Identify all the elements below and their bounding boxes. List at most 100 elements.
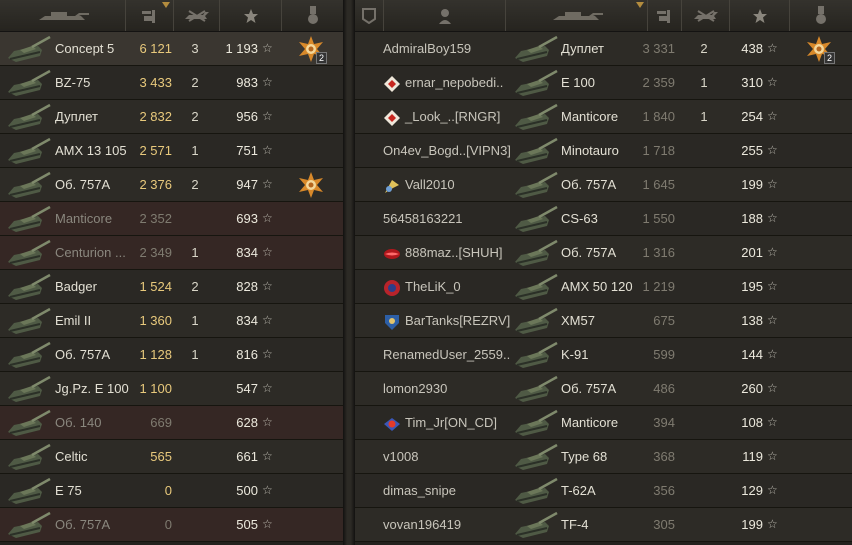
medals-column-header[interactable] xyxy=(281,0,343,31)
team1-player-row[interactable]: Centurion ... 2 349 1 834 ☆ xyxy=(0,236,343,270)
score-column-header[interactable] xyxy=(219,0,281,31)
team1-player-row[interactable]: Об. 757А 1 128 1 816 ☆ xyxy=(0,338,343,372)
shield-emblem-icon xyxy=(385,314,399,330)
team2-player-row[interactable]: AdmiralBoy159 Дуплет 3 331 2 438 ☆ 2 xyxy=(355,32,852,66)
player-name-cell: Tim_Jr[ON_CD] xyxy=(383,406,531,439)
player-name-cell: Vall2010 xyxy=(383,168,531,201)
achievement-medal-icon[interactable]: 2 xyxy=(297,35,327,64)
team1-player-row[interactable]: Об. 140 669 628 ☆ xyxy=(0,406,343,440)
team1-player-row[interactable]: Badger 1 524 2 828 ☆ xyxy=(0,270,343,304)
team2-player-row[interactable]: RenamedUser_2559.. K-91 599 144 ☆ xyxy=(355,338,852,372)
tank-icon xyxy=(8,511,51,538)
team1-player-row[interactable]: Об. 757А 0 505 ☆ xyxy=(0,508,343,542)
team1-header xyxy=(0,0,343,32)
team2-player-row[interactable]: dimas_snipe T-62A 356 129 ☆ xyxy=(355,474,852,508)
team1-player-row[interactable]: Concept 5 6 121 3 1 193 ☆ 2 xyxy=(0,32,343,66)
team2-player-row[interactable]: lomon2930 Об. 757А 486 260 ☆ xyxy=(355,372,852,406)
tank-icon xyxy=(515,273,558,300)
frags-value: 1 xyxy=(700,75,708,90)
experience-icon xyxy=(656,9,670,23)
experience-column-header[interactable] xyxy=(647,0,681,31)
frags-value: 1 xyxy=(191,313,199,328)
tank-name: Badger xyxy=(55,279,97,294)
team2-player-row[interactable]: _Look_..[RNGR] Manticore 1 840 1 254 ☆ xyxy=(355,100,852,134)
team1-player-row[interactable]: Jg.Pz. E 100 1 100 547 ☆ xyxy=(0,372,343,406)
player-column-header[interactable] xyxy=(383,0,505,31)
player-name-cell: On4ev_Bogd..[VIPN3] xyxy=(383,134,531,167)
tank-name: Centurion ... xyxy=(55,245,126,260)
badge-icon xyxy=(384,417,400,431)
frags-column-header[interactable] xyxy=(173,0,219,31)
achievement-medal-icon[interactable] xyxy=(297,171,325,199)
team2-player-row[interactable]: BarTanks[REZRV] XM57 675 138 ☆ xyxy=(355,304,852,338)
team2-player-row[interactable]: 888maz..[SHUH] Об. 757А 1 316 201 ☆ xyxy=(355,236,852,270)
score-value: 138 xyxy=(741,313,763,328)
score-value: 108 xyxy=(741,415,763,430)
star-icon: ☆ xyxy=(767,143,778,157)
platoon-column-header[interactable] xyxy=(355,0,383,31)
diamond-icon xyxy=(384,75,400,92)
score-value: 956 xyxy=(236,109,258,124)
frags-value xyxy=(692,304,716,337)
tank-name: AMX 13 105 xyxy=(55,143,127,158)
tank-icon xyxy=(515,103,558,130)
frags-value: 1 xyxy=(700,109,708,124)
medals-column-header[interactable] xyxy=(789,0,852,31)
frags-value: 2 xyxy=(700,41,708,56)
experience-column-header[interactable] xyxy=(125,0,173,31)
experience-value: 2 359 xyxy=(642,75,675,90)
experience-value: 2 352 xyxy=(139,211,172,226)
circle-emblem-icon xyxy=(384,279,400,296)
team1-player-row[interactable]: Emil II 1 360 1 834 ☆ xyxy=(0,304,343,338)
experience-value: 1 128 xyxy=(139,347,172,362)
team1-player-row[interactable]: Об. 757А 2 376 2 947 ☆ xyxy=(0,168,343,202)
tank-icon xyxy=(8,239,51,266)
tank-icon xyxy=(8,477,51,504)
frags-value xyxy=(692,270,716,303)
team1-player-row[interactable]: Celtic 565 661 ☆ xyxy=(0,440,343,474)
team2-panel: AdmiralBoy159 Дуплет 3 331 2 438 ☆ 2 ernar_nepo… xyxy=(355,0,852,545)
team2-player-row[interactable]: v1008 Type 68 368 119 ☆ xyxy=(355,440,852,474)
sort-arrow-icon xyxy=(162,2,170,8)
team2-player-row[interactable]: ernar_nepobedi.. E 100 2 359 1 310 ☆ xyxy=(355,66,852,100)
tank-icon xyxy=(8,375,51,402)
experience-value: 1 524 xyxy=(139,279,172,294)
player-name-cell: vovan196419 xyxy=(383,508,531,541)
tank-icon xyxy=(515,375,558,402)
frags-column-header[interactable] xyxy=(681,0,729,31)
achievement-medal-icon[interactable]: 2 xyxy=(805,35,835,64)
team1-player-row[interactable]: Manticore 2 352 693 ☆ xyxy=(0,202,343,236)
team2-player-row[interactable]: 56458163221 CS-63 1 550 188 ☆ xyxy=(355,202,852,236)
team2-player-row[interactable]: TheLiK_0 AMX 50 120 1 219 195 ☆ xyxy=(355,270,852,304)
star-icon: ☆ xyxy=(262,211,273,225)
team-divider xyxy=(343,0,355,545)
score-value: 547 xyxy=(236,381,258,396)
team1-player-row[interactable]: Дуплет 2 832 2 956 ☆ xyxy=(0,100,343,134)
team1-rows: Concept 56 121 3 1 193 ☆ 2 BZ-75 3 433 2 983 ☆ Дуп… xyxy=(0,32,343,542)
frags-value xyxy=(692,372,716,405)
team2-rows: AdmiralBoy159 Дуплет 3 331 2 438 ☆ 2 ernar_nepo… xyxy=(355,32,852,542)
team2-player-row[interactable]: vovan196419 TF-4 305 199 ☆ xyxy=(355,508,852,542)
team2-player-row[interactable]: Tim_Jr[ON_CD] Manticore 394 108 ☆ xyxy=(355,406,852,440)
score-value: 195 xyxy=(741,279,763,294)
experience-value: 305 xyxy=(653,517,675,532)
experience-value: 1 316 xyxy=(642,245,675,260)
score-value: 255 xyxy=(741,143,763,158)
experience-value: 1 645 xyxy=(642,177,675,192)
experience-value: 1 718 xyxy=(642,143,675,158)
medal-icon xyxy=(816,5,826,24)
team1-player-row[interactable]: AMX 13 105 2 571 1 751 ☆ xyxy=(0,134,343,168)
tank-name: Manticore xyxy=(55,211,113,226)
experience-value: 356 xyxy=(653,483,675,498)
tank-column-header[interactable] xyxy=(0,0,125,31)
experience-value: 368 xyxy=(653,449,675,464)
team2-player-row[interactable]: On4ev_Bogd..[VIPN3] Minotauro 1 718 255 ☆ xyxy=(355,134,852,168)
team1-player-row[interactable]: BZ-75 3 433 2 983 ☆ xyxy=(0,66,343,100)
player-name: _Look_..[RNGR] xyxy=(405,109,501,124)
team2-player-row[interactable]: Vall2010 Об. 757А 1 645 199 ☆ xyxy=(355,168,852,202)
score-column-header[interactable] xyxy=(729,0,789,31)
team1-player-row[interactable]: E 75 0 500 ☆ xyxy=(0,474,343,508)
score-value: 693 xyxy=(236,211,258,226)
star-icon: ☆ xyxy=(262,483,273,497)
tank-column-header[interactable] xyxy=(505,0,647,31)
